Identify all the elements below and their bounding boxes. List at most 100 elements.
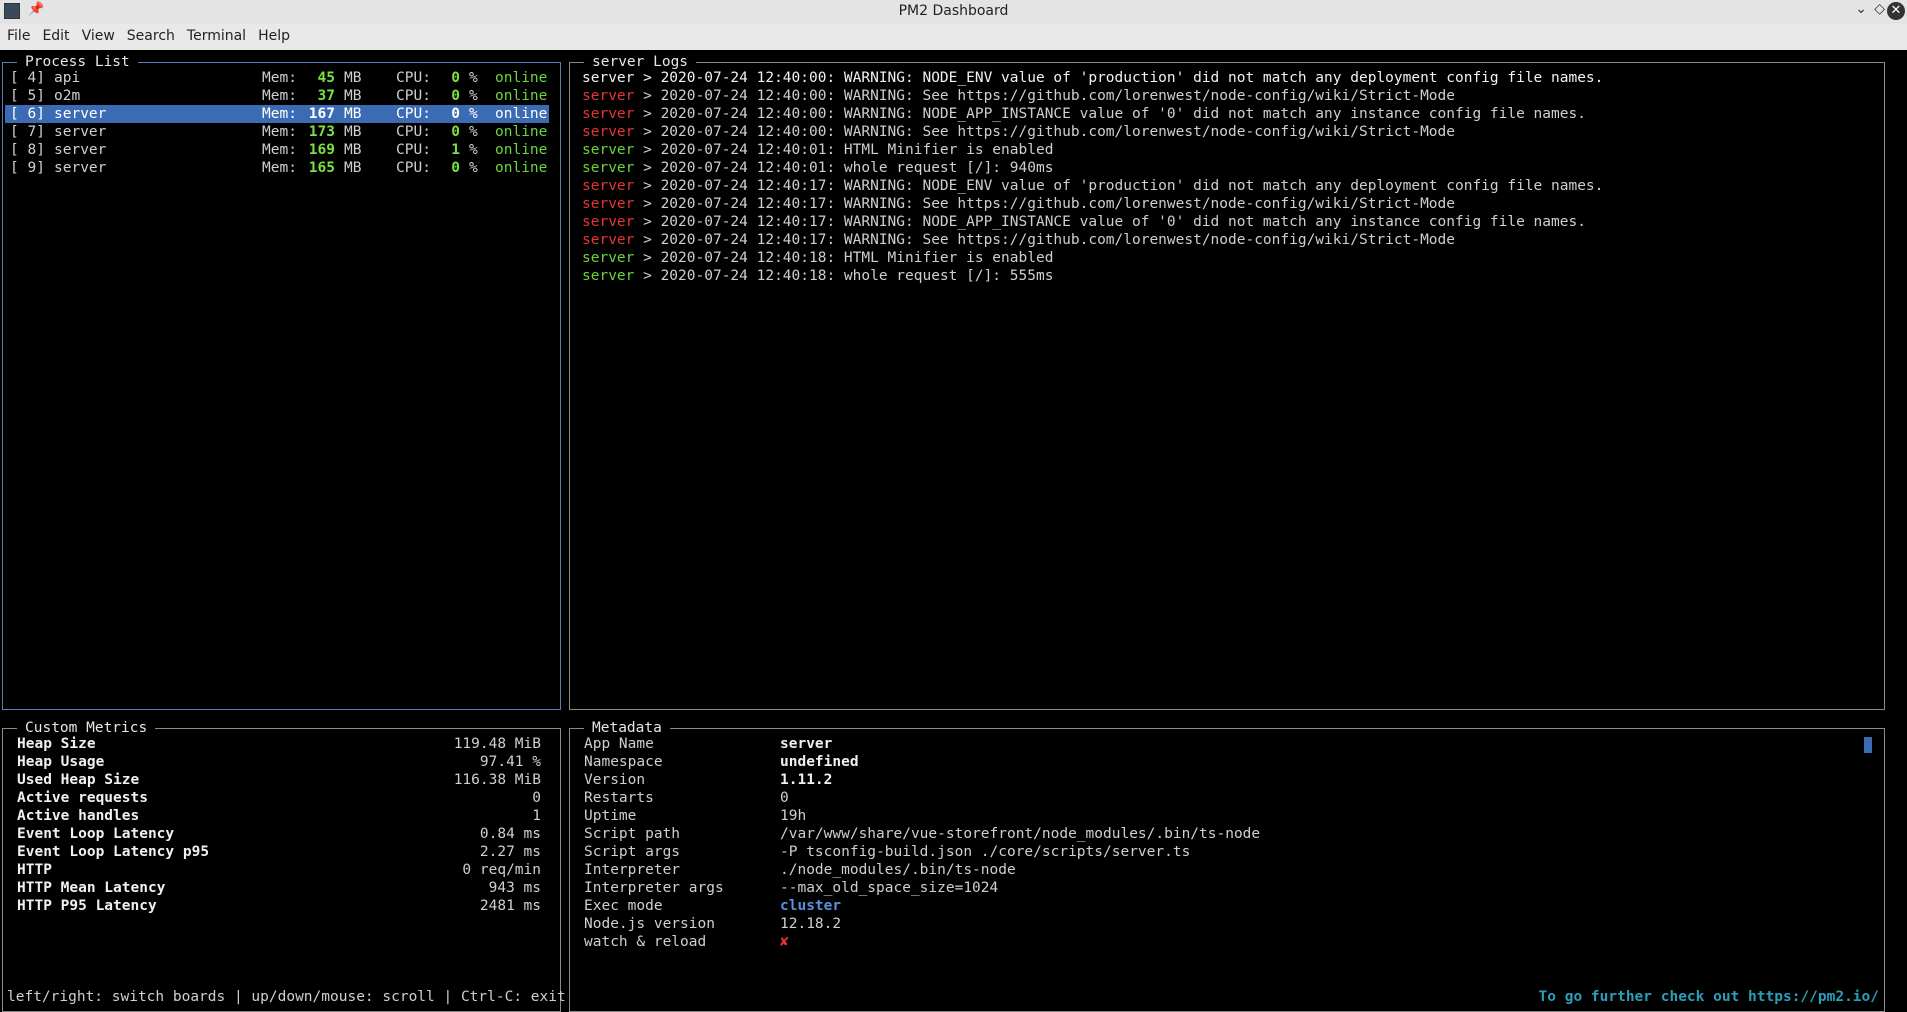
process-row[interactable]: [ 4] api Mem: 45 MB CPU: 0% online (5, 69, 549, 87)
log-line: server > 2020-07-24 12:40:00: WARNING: S… (582, 87, 1455, 105)
process-row[interactable]: [ 6] server Mem: 167 MB CPU: 0% online (5, 105, 549, 123)
metric-key: Heap Usage (17, 754, 105, 770)
log-line: server > 2020-07-24 12:40:18: HTML Minif… (582, 249, 1053, 267)
metadata-key: Exec mode (584, 898, 663, 914)
metadata-key: Interpreter args (584, 880, 724, 896)
metadata-scrollbar[interactable] (1864, 737, 1872, 753)
process-id: [ 4] (10, 70, 45, 86)
log-line: server > 2020-07-24 12:40:18: whole requ… (582, 267, 1053, 285)
cpu-label: CPU: (396, 124, 431, 140)
log-source: server (582, 88, 635, 104)
status-badge: online (495, 106, 548, 122)
log-source: server (582, 268, 635, 284)
metadata-row: Namespace undefined (584, 753, 1864, 771)
menu-terminal[interactable]: Terminal (180, 24, 251, 44)
process-row[interactable]: [ 5] o2m Mem: 37 MB CPU: 0% online (5, 87, 549, 105)
metadata-key: Uptime (584, 808, 637, 824)
menu-file[interactable]: File (0, 24, 35, 44)
process-id: [ 7] (10, 124, 45, 140)
metadata-row: Script args -P tsconfig-build.json ./core… (584, 843, 1864, 861)
mem-label: Mem: (262, 160, 297, 176)
metric-value: 0 (532, 790, 541, 806)
metric-key: HTTP P95 Latency (17, 898, 157, 914)
cpu-value: 0 (451, 160, 460, 176)
metric-value: 97.41 % (479, 754, 541, 770)
metric-key: Active requests (17, 790, 148, 806)
process-id: [ 8] (10, 142, 45, 158)
metadata-row: App Name server (584, 735, 1864, 753)
cpu-value: 0 (451, 88, 460, 104)
metadata-value: ./node_modules/.bin/ts-node (780, 862, 1016, 878)
minimize-icon[interactable]: ⌄ (1855, 1, 1867, 17)
mem-value: 169 (308, 142, 335, 158)
metadata-row: Uptime 19h (584, 807, 1864, 825)
cpu-label: CPU: (396, 70, 431, 86)
menu-edit[interactable]: Edit (35, 24, 74, 44)
mem-unit: MB (344, 160, 362, 176)
metric-row: Active handles 1 (17, 807, 541, 825)
metadata-row: Node.js version 12.18.2 (584, 915, 1864, 933)
log-line: server > 2020-07-24 12:40:17: WARNING: N… (582, 213, 1586, 231)
close-icon[interactable]: ✕ (1887, 2, 1905, 20)
metadata-value: 12.18.2 (780, 916, 842, 932)
cpu-value: 0 (451, 106, 460, 122)
process-row[interactable]: [ 8] server Mem: 169 MB CPU: 1% online (5, 141, 549, 159)
metric-row: Event Loop Latency 0.84 ms (17, 825, 541, 843)
metric-row: HTTP P95 Latency 2481 ms (17, 897, 541, 915)
metric-value: 2.27 ms (479, 844, 541, 860)
metadata-row: Interpreter args --max_old_space_size=102… (584, 879, 1864, 897)
metadata-row: Exec mode cluster (584, 897, 1864, 915)
log-source: server (582, 106, 635, 122)
window-titlebar: 📌 PM2 Dashboard ⌄ ◇ ✕ (0, 0, 1907, 24)
status-badge: online (495, 142, 548, 158)
log-text: > 2020-07-24 12:40:00: WARNING: See http… (634, 124, 1455, 140)
metadata-key: watch & reload (584, 934, 707, 950)
logs-panel[interactable]: server Logs server > 2020-07-24 12:40:00… (569, 53, 1885, 710)
metadata-row: Script path/var/www/share/vue-storefront… (584, 825, 1864, 843)
menu-help[interactable]: Help (251, 24, 295, 44)
log-source: server (582, 196, 635, 212)
cpu-value: 1 (451, 142, 460, 158)
process-name: api (54, 70, 81, 86)
metric-key: Heap Size (17, 736, 96, 752)
metadata-key: App Name (584, 736, 654, 752)
footer-help: left/right: switch boards | up/down/mous… (7, 989, 566, 1005)
menu-view[interactable]: View (75, 24, 120, 44)
cpu-label: CPU: (396, 142, 431, 158)
mem-label: Mem: (262, 106, 297, 122)
metadata-key: Restarts (584, 790, 654, 806)
mem-label: Mem: (262, 142, 297, 158)
status-badge: online (495, 124, 548, 140)
process-list-panel[interactable]: Process List [ 4] api Mem: 45 MB CPU: 0% online… (2, 53, 561, 710)
metric-row: Active requests 0 (17, 789, 541, 807)
log-source: server (582, 250, 635, 266)
footer-link[interactable]: To go further check out https://pm2.io/ (1539, 988, 1879, 1006)
menu-search[interactable]: Search (120, 24, 180, 44)
terminal-area[interactable]: Process List [ 4] api Mem: 45 MB CPU: 0% online… (0, 50, 1907, 1012)
process-row[interactable]: [ 9] server Mem: 165 MB CPU: 0% online (5, 159, 549, 177)
metric-key: Active handles (17, 808, 140, 824)
process-row[interactable]: [ 7] server Mem: 173 MB CPU: 0% online (5, 123, 549, 141)
metric-row: Heap Usage 97.41 % (17, 753, 541, 771)
metadata-key: Interpreter (584, 862, 681, 878)
log-source: server (582, 70, 635, 86)
log-line: server > 2020-07-24 12:40:17: WARNING: S… (582, 195, 1455, 213)
metric-value: 0 req/min (462, 862, 541, 878)
mem-unit: MB (344, 124, 362, 140)
metadata-value: 1.11.2 (780, 772, 833, 788)
metric-key: HTTP Mean Latency (17, 880, 166, 896)
mem-unit: MB (344, 70, 362, 86)
log-source: server (582, 232, 635, 248)
custom-metrics-panel[interactable]: Custom Metrics Heap Size 119.48 MiB Heap U… (2, 719, 561, 1012)
maximize-icon[interactable]: ◇ (1874, 1, 1885, 17)
log-line: server > 2020-07-24 12:40:17: WARNING: S… (582, 231, 1455, 249)
metric-value: 2481 ms (479, 898, 541, 914)
mem-label: Mem: (262, 124, 297, 140)
metric-value: 116.38 MiB (453, 772, 541, 788)
log-line: server > 2020-07-24 12:40:01: HTML Minif… (582, 141, 1053, 159)
metric-key: Event Loop Latency p95 (17, 844, 210, 860)
mem-value: 45 (317, 70, 335, 86)
log-text: > 2020-07-24 12:40:17: WARNING: See http… (634, 232, 1455, 248)
log-text: > 2020-07-24 12:40:18: HTML Minifier is … (634, 250, 1054, 266)
metadata-panel[interactable]: Metadata App Name server Namespace undefine… (569, 719, 1885, 1012)
